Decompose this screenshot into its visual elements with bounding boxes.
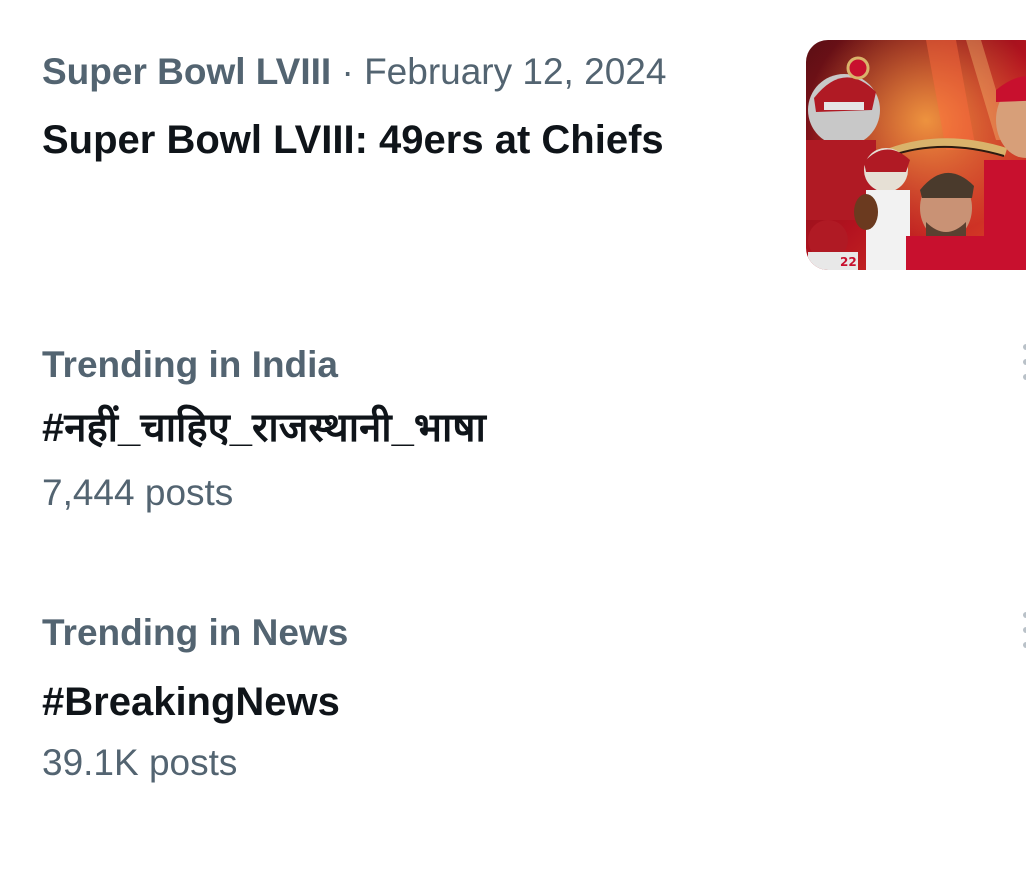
trend-post-count: 7,444 posts [42,472,234,513]
trend-date: February 12, 2024 [364,51,667,92]
trend-title: #नहीं_चाहिए_राजस्थानी_भाषा [42,406,486,450]
football-players-image: 22 [806,40,1026,270]
trend-source: Super Bowl LVIII [42,51,332,92]
meta-separator: · [331,51,365,92]
svg-text:22: 22 [840,255,857,269]
trend-item-news[interactable]: Trending in News #BreakingNews 39.1K pos… [42,611,1026,785]
explore-trends-list: Super Bowl LVIII · February 12, 2024 Sup… [0,0,1026,886]
event-thumbnail[interactable]: 22 [806,40,1026,270]
trend-item-india[interactable]: Trending in India #नहीं_चाहिए_राजस्थानी_… [42,343,1026,515]
trend-context: Trending in India [42,344,338,385]
trend-context: Trending in News [42,612,349,653]
trend-post-count: 39.1K posts [42,742,238,783]
trend-title: #BreakingNews [42,680,340,724]
